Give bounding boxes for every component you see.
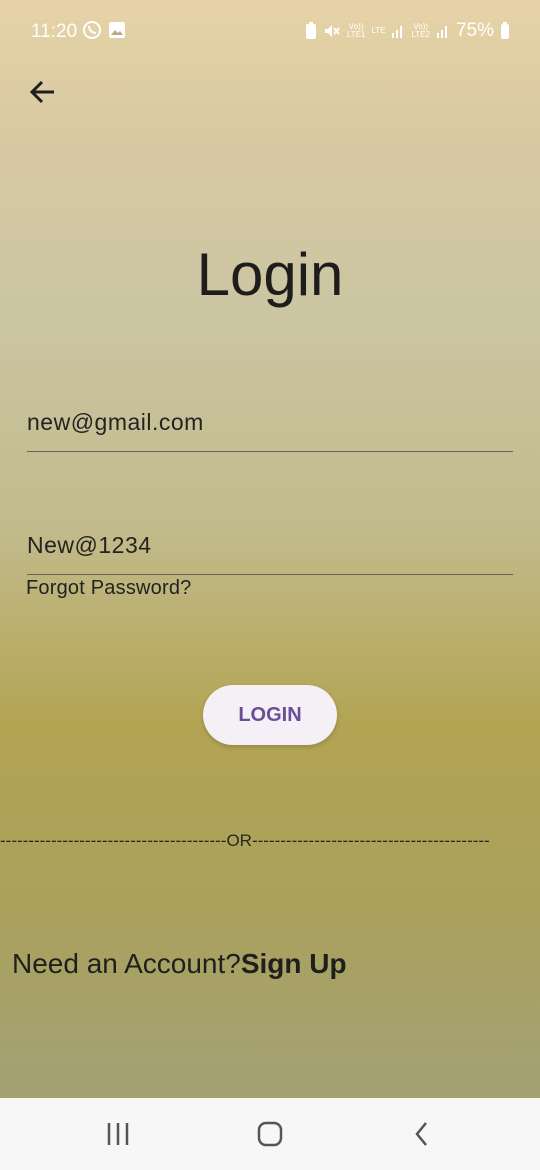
signal-icon <box>392 26 403 38</box>
login-button[interactable]: LOGIN <box>203 685 337 745</box>
battery-icon <box>501 22 509 39</box>
system-icons: Vo)) LTE1 LTE Vo)) LTE2 75% <box>305 20 510 42</box>
status-time: 11:20 <box>31 21 78 42</box>
whatsapp-icon <box>83 21 101 39</box>
status-bar: 11:20 Vo)) LTE1 LTE Vo)) LTE2 75% <box>0 0 540 62</box>
home-icon <box>257 1121 283 1147</box>
recent-apps-button[interactable] <box>98 1116 138 1152</box>
home-button[interactable] <box>250 1116 290 1152</box>
back-button[interactable] <box>24 74 60 110</box>
email-field[interactable] <box>27 393 513 451</box>
email-field-container <box>27 393 513 452</box>
password-field-container <box>27 516 513 575</box>
battery-level: 75% <box>455 20 494 41</box>
signup-prompt-text: Need an Account? <box>12 948 241 979</box>
signup-link[interactable]: Sign Up <box>241 948 347 979</box>
lte-label: LTE <box>371 26 386 35</box>
recent-apps-icon <box>107 1123 129 1145</box>
login-screen: 11:20 Vo)) LTE1 LTE Vo)) LTE2 75% Login … <box>0 0 540 1170</box>
notification-icons <box>82 20 126 40</box>
or-divider: ----------------------------------------… <box>0 831 490 850</box>
signal-icon <box>436 26 447 38</box>
chevron-left-icon <box>415 1122 427 1146</box>
arrow-left-icon <box>29 80 54 104</box>
navigation-bar <box>0 1098 540 1170</box>
sim1-label: Vo)) LTE1 <box>346 22 366 39</box>
sim2-label: Vo)) LTE2 <box>411 22 430 39</box>
back-nav-button[interactable] <box>402 1116 442 1152</box>
page-title: Login <box>196 241 344 308</box>
password-field[interactable] <box>27 516 513 574</box>
mute-icon <box>324 25 340 37</box>
forgot-password-link[interactable]: Forgot Password? <box>26 577 192 600</box>
gallery-icon <box>109 22 125 38</box>
signup-prompt: Need an Account?Sign Up <box>12 948 347 980</box>
battery-saver-icon <box>305 22 316 39</box>
